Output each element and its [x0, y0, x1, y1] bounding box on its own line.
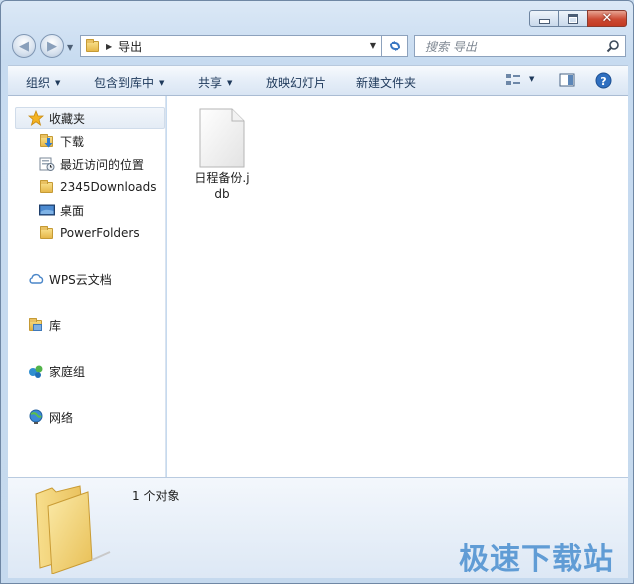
close-icon: ✕: [601, 11, 613, 26]
refresh-button[interactable]: [382, 35, 408, 57]
search-box[interactable]: 搜索 导出: [414, 35, 626, 57]
slideshow-button[interactable]: 放映幻灯片: [266, 74, 326, 91]
download-folder-icon: [39, 133, 55, 149]
watermark-logo: 极速下载站: [459, 542, 614, 577]
recent-pages-dropdown[interactable]: ▼: [67, 43, 73, 52]
library-icon: [28, 317, 44, 333]
refresh-icon: [389, 41, 400, 51]
help-icon[interactable]: ?: [595, 72, 612, 89]
sidebar-item-wps-cloud[interactable]: WPS云文档: [28, 268, 112, 290]
file-name: 日程备份.jdb: [194, 171, 250, 201]
include-in-library-label: 包含到库中: [94, 76, 155, 90]
sidebar-item-homegroup[interactable]: 家庭组: [28, 360, 85, 382]
sidebar-item-favorites[interactable]: 收藏夹: [15, 107, 165, 129]
folder-icon: [39, 225, 55, 241]
back-button[interactable]: ◀: [12, 34, 36, 58]
command-bar: 组织 ▼ 包含到库中 ▼ 共享 ▼ 放映幻灯片 新建文件夹 ▼ ?: [8, 65, 628, 96]
cloud-icon: [28, 271, 44, 287]
sidebar-item-libraries[interactable]: 库: [28, 314, 61, 336]
sidebar-item-desktop[interactable]: 桌面: [39, 199, 84, 221]
item-count: 1 个对象: [132, 489, 180, 503]
sidebar-item-label: 2345Downloads: [60, 180, 157, 194]
organize-label: 组织: [26, 76, 51, 90]
navigation-bar: ◀ ▶ ▼ ▶ 导出 ▼ 搜索 导出: [1, 31, 633, 63]
maximize-button[interactable]: [558, 10, 588, 27]
organize-button[interactable]: 组织 ▼: [26, 74, 60, 91]
sidebar-item-label: 网络: [49, 410, 74, 425]
search-input[interactable]: 搜索 导出: [425, 38, 477, 55]
view-options-dropdown[interactable]: ▼: [529, 75, 534, 83]
sidebar-item-label: 库: [49, 318, 62, 333]
folder-icon: [39, 179, 55, 195]
dropdown-arrow-icon: ▼: [159, 79, 165, 87]
sidebar-item-2345downloads[interactable]: 2345Downloads: [39, 176, 156, 198]
document-icon: [199, 108, 245, 168]
sidebar-item-label: WPS云文档: [49, 272, 112, 287]
dropdown-arrow-icon: ▼: [227, 79, 233, 87]
sidebar-item-label: 桌面: [60, 203, 85, 218]
sidebar-item-label: PowerFolders: [60, 226, 140, 240]
close-button[interactable]: ✕: [587, 10, 627, 27]
dropdown-arrow-icon: ▼: [55, 79, 61, 87]
breadcrumb-item[interactable]: 导出: [118, 38, 142, 55]
forward-button[interactable]: ▶: [40, 34, 64, 58]
preview-pane-icon[interactable]: [559, 72, 575, 88]
share-label: 共享: [198, 76, 223, 90]
star-icon: [27, 109, 45, 126]
sidebar-item-label: 最近访问的位置: [60, 157, 145, 172]
arrow-left-icon: ◀: [19, 38, 29, 54]
desktop-icon: [39, 202, 55, 218]
search-icon[interactable]: [606, 39, 620, 53]
sidebar-item-label: 下载: [60, 134, 85, 149]
folder-icon: [86, 39, 100, 52]
network-icon: [28, 409, 44, 425]
sidebar-item-downloads[interactable]: 下载: [39, 130, 84, 152]
recent-places-icon: [39, 156, 55, 172]
explorer-window: ✕ ◀ ▶ ▼ ▶ 导出 ▼ 搜索 导出 组织 ▼ 包含到库中 ▼ 共享 ▼ 放…: [0, 0, 634, 584]
change-view-icon[interactable]: [505, 72, 521, 88]
sidebar-item-label: 家庭组: [49, 364, 86, 379]
sidebar-item-label: 收藏夹: [49, 111, 86, 126]
minimize-button[interactable]: [529, 10, 559, 27]
sidebar-item-powerfolders[interactable]: PowerFolders: [39, 222, 140, 244]
minimize-icon: [538, 19, 550, 24]
file-item[interactable]: 日程备份.jdb: [191, 108, 253, 202]
maximize-icon: [568, 13, 578, 24]
arrow-right-icon: ▶: [47, 38, 57, 54]
details-pane: 1 个对象 极速下载站: [8, 477, 628, 578]
folder-icon: [35, 485, 111, 574]
address-history-dropdown[interactable]: ▼: [370, 41, 376, 50]
file-list: 日程备份.jdb: [167, 96, 628, 477]
include-in-library-button[interactable]: 包含到库中 ▼: [94, 74, 164, 91]
new-folder-button[interactable]: 新建文件夹: [356, 74, 416, 91]
sidebar-item-network[interactable]: 网络: [28, 406, 73, 428]
address-bar[interactable]: ▶ 导出 ▼: [80, 35, 382, 57]
homegroup-icon: [28, 363, 44, 379]
share-button[interactable]: 共享 ▼: [198, 74, 232, 91]
window-caption-buttons: ✕: [529, 10, 627, 27]
sidebar-item-recent-places[interactable]: 最近访问的位置: [39, 153, 144, 175]
breadcrumb-separator-icon[interactable]: ▶: [106, 42, 112, 51]
navigation-pane: 收藏夹 下载 最近访问的位置 2345Downloads 桌面 PowerFol…: [8, 96, 166, 477]
svg-text:?: ?: [600, 75, 606, 88]
